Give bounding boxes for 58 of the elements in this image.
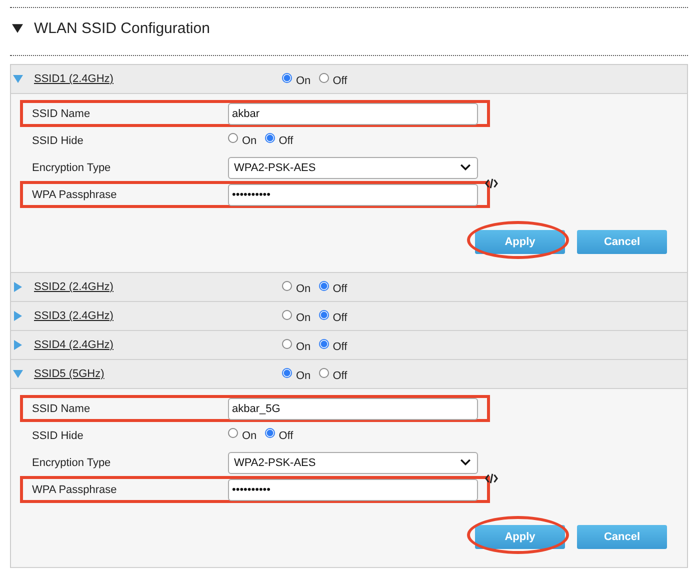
field-label: WPA Passphrase [31,188,118,200]
expand-triangle-icon[interactable] [13,282,23,292]
radio-button[interactable] [264,132,275,142]
radio-button[interactable] [318,338,329,348]
radio-button[interactable] [318,310,329,320]
encryption-dropdown[interactable]: WPA2-PSK-AES [228,452,478,474]
radio-label: On [296,370,311,382]
radio-button[interactable] [282,368,292,378]
passphrase-field[interactable]: •••••••••• [228,478,478,500]
radio-label: On [296,312,311,324]
radio-button[interactable] [228,428,238,438]
expand-triangle-icon[interactable] [13,369,23,379]
passphrase-field[interactable]: •••••••••• [228,184,478,206]
field-label: SSID Name [31,108,92,120]
chevron-down-icon [460,459,471,466]
ssid-link[interactable]: SSID4 (2.4GHz) [34,339,282,351]
section-title: WLAN SSID Configuration [34,20,210,36]
radio-button[interactable] [318,72,329,82]
radio-label: Off [278,134,294,146]
radio-button[interactable] [318,368,329,378]
radio-button[interactable] [318,280,329,290]
radio-label: Off [332,282,348,294]
radio-label: Off [332,312,348,324]
ssid-name-field[interactable]: akbar_5G [228,398,478,420]
radio-label: On [296,282,311,294]
radio-button[interactable] [282,72,292,82]
radio-label: Off [332,340,348,352]
radio-label: On [296,340,311,352]
field-label: WPA Passphrase [31,484,118,496]
radio-button[interactable] [282,310,292,320]
radio-label: On [242,430,257,442]
radio-label: On [242,134,257,146]
ssid-link[interactable]: SSID1 (2.4GHz) [34,73,282,85]
collapse-triangle-icon[interactable] [12,22,23,34]
radio-label: On [296,74,311,86]
ssid-link[interactable]: SSID2 (2.4GHz) [34,281,282,293]
code-brackets-icon[interactable] [485,176,498,190]
field-label: Encryption Type [31,162,112,174]
field-label: SSID Name [31,402,92,414]
chevron-down-icon [460,164,471,171]
radio-button[interactable] [228,132,238,142]
radio-button[interactable] [282,338,292,348]
encryption-dropdown[interactable]: WPA2-PSK-AES [228,156,478,178]
ssid-link[interactable]: SSID3 (2.4GHz) [34,310,282,322]
radio-button[interactable] [282,280,292,290]
field-label: SSID Hide [31,134,84,146]
code-brackets-icon[interactable] [485,472,498,484]
radio-label: Off [332,74,348,86]
expand-triangle-icon[interactable] [13,340,23,350]
radio-label: Off [278,430,294,442]
radio-button[interactable] [264,428,275,438]
ssid-link[interactable]: SSID5 (5GHz) [34,368,282,380]
field-label: Encryption Type [31,456,112,468]
radio-label: Off [332,370,348,382]
ssid-name-field[interactable]: akbar [228,102,478,124]
expand-triangle-icon[interactable] [13,74,23,84]
field-label: SSID Hide [31,430,84,442]
expand-triangle-icon[interactable] [13,311,23,321]
